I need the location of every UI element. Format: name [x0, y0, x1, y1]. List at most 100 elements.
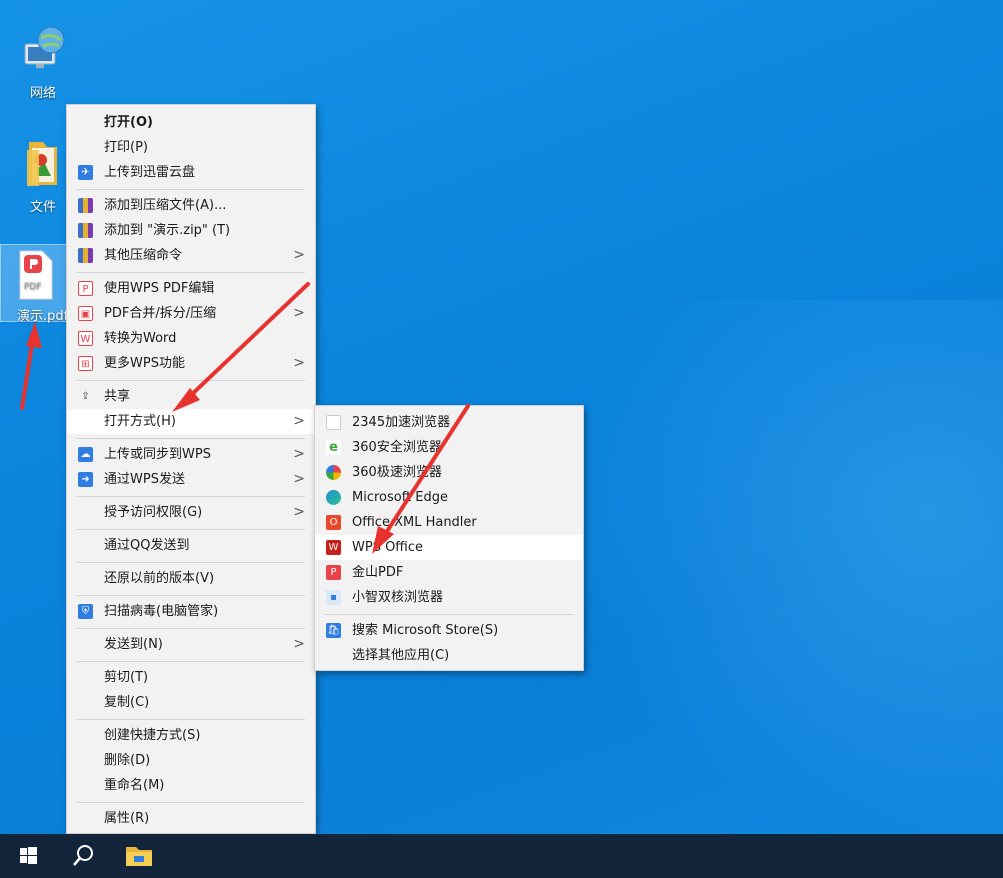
convert-word-icon: W	[78, 331, 93, 346]
chevron-right-icon: >	[293, 636, 305, 652]
menu-item-rename[interactable]: 重命名(M)	[67, 773, 315, 798]
menu-item-label: 创建快捷方式(S)	[104, 728, 201, 743]
menu-item-label: 上传到迅雷云盘	[104, 165, 196, 180]
menu-item-wps-pdf-edit[interactable]: P 使用WPS PDF编辑	[67, 276, 315, 301]
archive-icon	[78, 248, 93, 263]
menu-item-create-shortcut[interactable]: 创建快捷方式(S)	[67, 723, 315, 748]
chevron-right-icon: >	[293, 504, 305, 520]
wps-cloud-icon: ☁	[78, 447, 93, 462]
menu-item-label: Office XML Handler	[352, 515, 477, 530]
office-icon: O	[326, 515, 341, 530]
desktop-icon-pdf-file[interactable]: PDF 演示.pdf	[0, 244, 68, 324]
windows-start-icon	[20, 847, 37, 864]
menu-item-properties[interactable]: 属性(R)	[67, 806, 315, 831]
chevron-right-icon: >	[293, 446, 305, 462]
menu-item-open[interactable]: 打开(O)	[67, 110, 315, 135]
chevron-right-icon: >	[293, 355, 305, 371]
menu-separator	[77, 272, 305, 273]
file-explorer-button[interactable]	[114, 834, 164, 878]
desktop-icon-network[interactable]: 网络	[12, 24, 74, 101]
open-with-xiaozhi-browser[interactable]: ▪ 小智双核浏览器	[315, 585, 583, 610]
menu-item-label: 添加到 "演示.zip" (T)	[104, 223, 231, 238]
menu-item-label: 更多WPS功能	[104, 356, 185, 371]
menu-item-virus-scan[interactable]: ⛨ 扫描病毒(电脑管家)	[67, 599, 315, 624]
menu-item-restore-versions[interactable]: 还原以前的版本(V)	[67, 566, 315, 591]
menu-item-label: 打开方式(H)	[104, 414, 176, 429]
menu-separator	[77, 661, 305, 662]
open-with-choose-other[interactable]: 选择其他应用(C)	[315, 643, 583, 668]
chevron-right-icon: >	[293, 247, 305, 263]
file-explorer-icon	[126, 847, 152, 866]
open-with-kingsoft-pdf[interactable]: P 金山PDF	[315, 560, 583, 585]
open-with-office-xml[interactable]: O Office XML Handler	[315, 510, 583, 535]
menu-item-label: 打开(O)	[104, 115, 153, 130]
menu-item-convert-word[interactable]: W 转换为Word	[67, 326, 315, 351]
menu-item-add-zip[interactable]: 添加到 "演示.zip" (T)	[67, 218, 315, 243]
menu-item-label: 共享	[104, 389, 131, 404]
menu-item-label: Microsoft Edge	[352, 490, 449, 505]
desktop-icon-label: 演示.pdf	[17, 309, 67, 324]
menu-item-more-wps[interactable]: ⊞ 更多WPS功能 >	[67, 351, 315, 376]
menu-item-label: 2345加速浏览器	[352, 415, 451, 430]
chevron-right-icon: >	[293, 413, 305, 429]
shield-icon: ⛨	[78, 604, 93, 619]
menu-item-open-with[interactable]: 打开方式(H) >	[67, 409, 315, 434]
annotation-arrow-desktop-file	[20, 322, 42, 410]
open-with-wps-office[interactable]: W WPS Office	[315, 535, 583, 560]
menu-item-label: 选择其他应用(C)	[352, 648, 450, 663]
menu-item-label: 上传或同步到WPS	[104, 447, 211, 462]
menu-item-print[interactable]: 打印(P)	[67, 135, 315, 160]
menu-item-send-qq[interactable]: 通过QQ发送到	[67, 533, 315, 558]
menu-item-send-wps[interactable]: ➜ 通过WPS发送 >	[67, 467, 315, 492]
menu-item-label: 360极速浏览器	[352, 465, 442, 480]
open-with-360-safe-browser[interactable]: e 360安全浏览器	[315, 435, 583, 460]
search-button[interactable]	[58, 834, 108, 878]
menu-item-label: PDF合并/拆分/压缩	[104, 306, 217, 321]
menu-item-share[interactable]: ⇪ 共享	[67, 384, 315, 409]
start-button[interactable]	[3, 834, 53, 878]
open-with-2345-browser[interactable]: 2345加速浏览器	[315, 410, 583, 435]
360-browser-icon: e	[326, 440, 341, 455]
open-with-360-speed-browser[interactable]: 360极速浏览器	[315, 460, 583, 485]
menu-item-pdf-merge[interactable]: ▣ PDF合并/拆分/压缩 >	[67, 301, 315, 326]
search-icon	[73, 845, 93, 866]
menu-item-copy[interactable]: 复制(C)	[67, 690, 315, 715]
archive-icon	[78, 198, 93, 213]
360-speed-browser-icon	[326, 465, 341, 480]
wps-pdf-icon: P	[78, 281, 93, 296]
wps-send-icon: ➜	[78, 472, 93, 487]
menu-item-label: 删除(D)	[104, 753, 151, 768]
menu-item-label: 小智双核浏览器	[352, 590, 444, 605]
menu-item-cut[interactable]: 剪切(T)	[67, 665, 315, 690]
menu-item-add-archive[interactable]: 添加到压缩文件(A)...	[67, 193, 315, 218]
xiaozhi-browser-icon: ▪	[326, 590, 341, 605]
context-menu: 打开(O) 打印(P) ✈ 上传到迅雷云盘 添加到压缩文件(A)... 添加到 …	[66, 104, 316, 834]
menu-item-upload-wps[interactable]: ☁ 上传或同步到WPS >	[67, 442, 315, 467]
menu-item-delete[interactable]: 删除(D)	[67, 748, 315, 773]
menu-item-other-compress[interactable]: 其他压缩命令 >	[67, 243, 315, 268]
menu-separator	[77, 802, 305, 803]
taskbar	[0, 834, 1003, 878]
desktop-icon-folder[interactable]: 文件	[12, 138, 74, 215]
menu-item-label: 其他压缩命令	[104, 248, 183, 263]
menu-item-label: 通过WPS发送	[104, 472, 185, 487]
share-icon: ⇪	[81, 391, 90, 402]
store-icon: 🛍	[326, 623, 341, 638]
open-with-search-store[interactable]: 🛍 搜索 Microsoft Store(S)	[315, 618, 583, 643]
open-with-edge[interactable]: Microsoft Edge	[315, 485, 583, 510]
menu-item-label: 转换为Word	[104, 331, 177, 346]
archive-icon	[78, 223, 93, 238]
menu-item-label: 发送到(N)	[104, 637, 163, 652]
menu-item-send-to[interactable]: 发送到(N) >	[67, 632, 315, 657]
pdf-file-icon: PDF	[19, 250, 53, 300]
menu-item-grant-access[interactable]: 授予访问权限(G) >	[67, 500, 315, 525]
menu-item-label: 使用WPS PDF编辑	[104, 281, 215, 296]
menu-item-upload-xunlei[interactable]: ✈ 上传到迅雷云盘	[67, 160, 315, 185]
svg-text:PDF: PDF	[24, 282, 42, 292]
pdf-merge-icon: ▣	[78, 306, 93, 321]
menu-separator	[77, 380, 305, 381]
menu-item-label: 剪切(T)	[104, 670, 149, 685]
menu-item-label: 打印(P)	[104, 140, 148, 155]
xunlei-cloud-icon: ✈	[78, 165, 93, 180]
open-with-submenu: 2345加速浏览器 e 360安全浏览器 360极速浏览器 Microsoft …	[314, 405, 584, 671]
